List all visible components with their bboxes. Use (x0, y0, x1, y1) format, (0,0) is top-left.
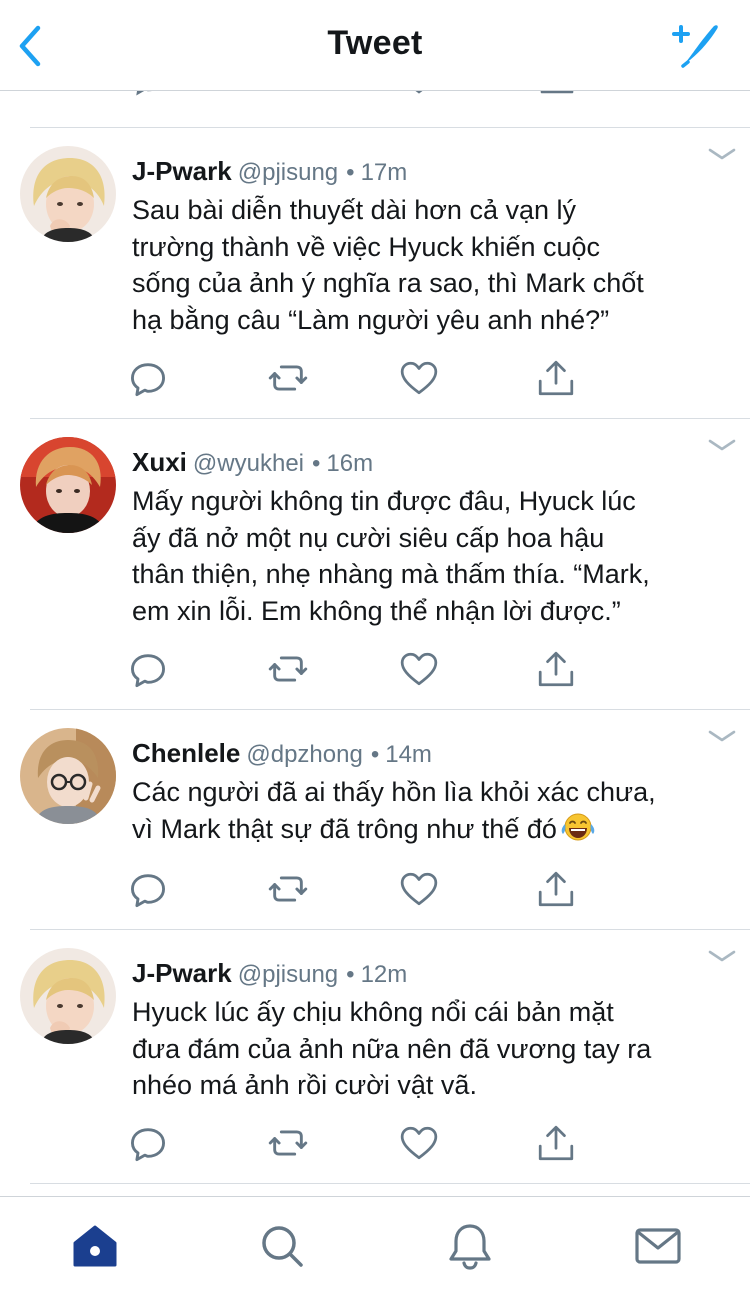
tab-messages[interactable] (633, 1221, 683, 1271)
handle[interactable]: @pjisung (238, 961, 338, 988)
reply-button[interactable] (128, 358, 168, 398)
divider (30, 418, 750, 419)
tab-notifications[interactable] (445, 1221, 495, 1271)
divider (30, 1183, 750, 1184)
handle[interactable]: @pjisung (238, 159, 338, 186)
display-name[interactable]: Chenlele (132, 738, 240, 768)
reply-icon (131, 654, 165, 688)
reply-button[interactable] (128, 1123, 168, 1163)
tweet-header: Chenlele @dpzhong • 14m (132, 738, 432, 769)
tweet-text-content: Mấy người không tin được đâu, Hyuck lúc … (132, 486, 650, 626)
separator-dot: • (346, 961, 355, 988)
tweet-text: Các người đã ai thấy hồn lìa khỏi xác ch… (132, 774, 732, 847)
search-icon (262, 1226, 303, 1267)
timestamp: 16m (326, 450, 374, 477)
reply-icon (131, 874, 165, 908)
retweet-button[interactable] (268, 869, 308, 909)
chevron-down-icon[interactable] (706, 726, 738, 748)
like-button[interactable] (399, 358, 439, 398)
display-name[interactable]: J-Pwark (132, 958, 232, 988)
heart-icon (400, 652, 438, 686)
handle[interactable]: @dpzhong (246, 741, 362, 768)
share-button[interactable] (536, 869, 576, 909)
page-title: Tweet (327, 24, 423, 62)
tweet-header: J-Pwark @pjisung • 12m (132, 958, 407, 989)
retweet-icon (268, 876, 308, 902)
retweet-button[interactable] (268, 358, 308, 398)
avatar[interactable] (20, 728, 116, 824)
tab-search[interactable] (257, 1221, 307, 1271)
tweet-text: Hyuck lúc ấy chịu không nổi cái bản mặt … (132, 994, 732, 1104)
share-button[interactable] (536, 358, 576, 398)
reply-button[interactable] (128, 869, 168, 909)
timestamp: 17m (360, 159, 408, 186)
avatar[interactable] (20, 437, 116, 533)
chevron-down-icon[interactable] (706, 435, 738, 457)
chevron-down-icon[interactable] (706, 946, 738, 968)
tweet-header: Xuxi @wyukhei • 16m (132, 447, 373, 478)
heart-icon (400, 872, 438, 906)
heart-icon (400, 361, 438, 395)
like-button[interactable] (399, 869, 439, 909)
separator-dot: • (370, 741, 380, 768)
tweet-actions (0, 1123, 750, 1163)
tweet-text: Sau bài diễn thuyết dài hơn cả vạn lý tr… (132, 192, 732, 338)
share-icon (538, 651, 574, 687)
display-name[interactable]: J-Pwark (132, 156, 232, 186)
share-icon (538, 871, 574, 907)
divider (30, 929, 750, 930)
retweet-button[interactable] (268, 1123, 308, 1163)
tab-home[interactable] (70, 1221, 120, 1271)
like-button[interactable] (399, 649, 439, 689)
divider (30, 127, 750, 128)
like-button[interactable] (399, 1123, 439, 1163)
separator-dot: • (312, 450, 321, 477)
tweet-text-content: Hyuck lúc ấy chịu không nổi cái bản mặt … (132, 997, 652, 1100)
retweet-icon (268, 656, 308, 682)
tweet-text-content: Sau bài diễn thuyết dài hơn cả vạn lý tr… (132, 195, 644, 335)
tweet-text: Mấy người không tin được đâu, Hyuck lúc … (132, 483, 732, 629)
share-icon (538, 1125, 574, 1161)
display-name[interactable]: Xuxi (132, 447, 187, 477)
compose-tweet-button[interactable] (664, 18, 722, 68)
timestamp: 12m (360, 961, 408, 988)
tweet-actions (0, 649, 750, 689)
top-navigation-bar: Tweet (0, 0, 750, 91)
chevron-down-icon[interactable] (706, 144, 738, 166)
avatar[interactable] (20, 948, 116, 1044)
timestamp: 14m (385, 741, 432, 768)
share-button[interactable] (536, 649, 576, 689)
retweet-icon (268, 1130, 308, 1156)
avatar[interactable] (20, 146, 116, 242)
share-icon (538, 360, 574, 396)
handle[interactable]: @wyukhei (193, 450, 304, 477)
face-with-tears-of-joy-icon (561, 813, 595, 840)
tweet-header: J-Pwark @pjisung • 17m (132, 156, 407, 187)
retweet-button[interactable] (268, 649, 308, 689)
reply-button[interactable] (128, 649, 168, 689)
bottom-tab-bar (0, 1196, 750, 1296)
share-button[interactable] (536, 1123, 576, 1163)
mail-icon (635, 1228, 681, 1264)
bell-icon (449, 1224, 491, 1270)
tweet-actions (0, 869, 750, 909)
retweet-icon (268, 365, 308, 391)
separator-dot: • (346, 159, 355, 186)
tweet-actions (0, 358, 750, 398)
home-icon (73, 1225, 117, 1267)
reply-icon (131, 363, 165, 397)
divider (30, 709, 750, 710)
compose-tweet-icon (672, 25, 718, 68)
reply-icon (131, 1128, 165, 1162)
heart-icon (400, 1126, 438, 1160)
